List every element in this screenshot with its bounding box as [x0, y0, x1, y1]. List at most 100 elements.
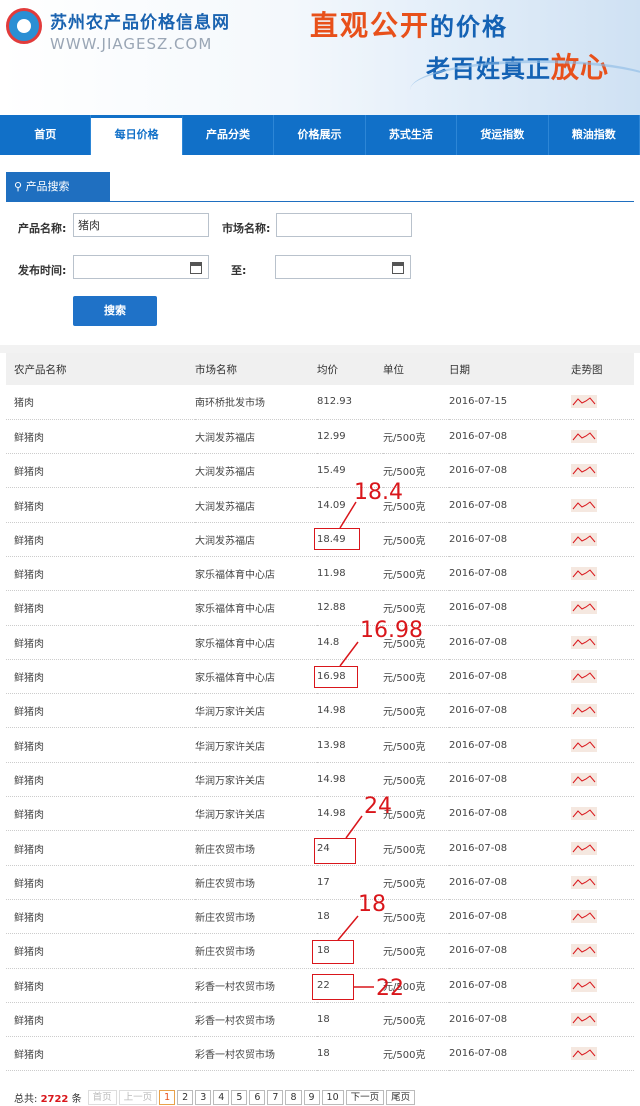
- trend-chart-icon[interactable]: [571, 395, 597, 409]
- cell-trend: [571, 933, 634, 969]
- annotation-arrow: [339, 501, 357, 529]
- col-market: 市场名称: [195, 353, 317, 385]
- calendar-icon[interactable]: [392, 262, 404, 274]
- trend-chart-icon[interactable]: [571, 635, 597, 649]
- cell-date: 2016-07-08: [449, 727, 571, 763]
- cell-date: 2016-07-08: [449, 625, 571, 660]
- trend-chart-icon[interactable]: [571, 772, 597, 786]
- cell-product: 鲜猪肉: [6, 419, 195, 455]
- cell-trend: [571, 899, 634, 935]
- cell-market: 新庄农贸市场: [195, 933, 317, 969]
- first-page-button[interactable]: 首页: [87, 1090, 117, 1105]
- market-name-label: 市场名称:: [222, 222, 271, 235]
- col-trend: 走势图: [571, 353, 634, 385]
- annotation-arrow: [339, 641, 359, 667]
- cell-market: 彩香一村农贸市场: [195, 1036, 317, 1072]
- page-button[interactable]: 8: [285, 1090, 302, 1105]
- annotation-value: 18: [358, 892, 386, 917]
- cell-date: 2016-07-08: [449, 933, 571, 969]
- page-button[interactable]: 9: [303, 1090, 320, 1105]
- table-row: 鲜猪肉 彩香一村农贸市场 18 元/500克 2016-07-08: [6, 1002, 634, 1038]
- trend-chart-icon[interactable]: [571, 1012, 597, 1026]
- nav-freight-index[interactable]: 货运指数: [457, 115, 549, 155]
- cell-trend: [571, 385, 634, 420]
- nav-categories[interactable]: 产品分类: [183, 115, 275, 155]
- trend-chart-icon[interactable]: [571, 670, 597, 684]
- date-to-label: 至:: [231, 264, 247, 277]
- cell-unit: 元/500克: [383, 762, 449, 798]
- page-button[interactable]: 3: [195, 1090, 212, 1105]
- cell-date: 2016-07-08: [449, 762, 571, 798]
- cell-product: 鲜猪肉: [6, 830, 195, 866]
- publish-date-label: 发布时间:: [18, 264, 67, 277]
- page-button[interactable]: 4: [213, 1090, 230, 1105]
- nav-home[interactable]: 首页: [0, 115, 92, 155]
- table-row: 鲜猪肉 大润发苏福店 14.09 元/500克 2016-07-08: [6, 487, 634, 523]
- cell-unit: 元/500克: [383, 830, 449, 866]
- trend-chart-icon[interactable]: [571, 464, 597, 478]
- trend-chart-icon[interactable]: [571, 875, 597, 889]
- table-row: 鲜猪肉 家乐福体育中心店 14.8 元/500克 2016-07-08: [6, 625, 634, 660]
- page-button[interactable]: 6: [249, 1090, 266, 1105]
- cell-trend: [571, 453, 634, 489]
- end-date-input[interactable]: [275, 255, 411, 279]
- site-name[interactable]: 苏州农产品价格信息网: [50, 8, 230, 33]
- cell-product: 鲜猪肉: [6, 625, 195, 660]
- nav-suzhou-life[interactable]: 苏式生活: [366, 115, 458, 155]
- trend-chart-icon[interactable]: [571, 429, 597, 443]
- main-nav: 首页 每日价格 产品分类 价格展示 苏式生活 货运指数 粮油指数: [0, 115, 640, 155]
- page-button[interactable]: 1: [159, 1090, 176, 1105]
- col-avg-price: 均价: [317, 353, 383, 385]
- page-button[interactable]: 7: [267, 1090, 284, 1105]
- total-label: 总共:: [14, 1094, 38, 1105]
- search-tab[interactable]: ⚲ 产品搜索: [6, 172, 110, 202]
- cell-unit: 元/500克: [383, 933, 449, 969]
- trend-chart-icon[interactable]: [571, 910, 597, 924]
- page-button[interactable]: 2: [177, 1090, 194, 1105]
- highlight-box: [314, 838, 356, 864]
- search-button[interactable]: 搜索: [73, 296, 157, 326]
- cell-trend: [571, 693, 634, 729]
- trend-chart-icon[interactable]: [571, 944, 597, 958]
- calendar-icon[interactable]: [190, 262, 202, 274]
- cell-product: 鲜猪肉: [6, 522, 195, 557]
- cell-product: 鲜猪肉: [6, 727, 195, 763]
- cell-market: 大润发苏福店: [195, 487, 317, 523]
- site-logo-icon[interactable]: [6, 8, 42, 44]
- trend-chart-icon[interactable]: [571, 704, 597, 718]
- page-button[interactable]: 10: [321, 1090, 344, 1105]
- cell-trend: [571, 762, 634, 798]
- trend-chart-icon[interactable]: [571, 532, 597, 546]
- cell-market: 华润万家许关店: [195, 727, 317, 763]
- annotation-arrow: [345, 815, 363, 839]
- trend-chart-icon[interactable]: [571, 498, 597, 512]
- table-row: 鲜猪肉 大润发苏福店 12.99 元/500克 2016-07-08: [6, 419, 634, 455]
- cell-trend: [571, 487, 634, 523]
- cell-avg-price: 18: [317, 1036, 383, 1072]
- nav-grain-oil-index[interactable]: 粮油指数: [549, 115, 640, 155]
- start-date-input[interactable]: [73, 255, 209, 279]
- trend-chart-icon[interactable]: [571, 738, 597, 752]
- table-row: 鲜猪肉 新庄农贸市场 17 元/500克 2016-07-08: [6, 865, 634, 900]
- col-unit: 单位: [383, 353, 449, 385]
- trend-chart-icon[interactable]: [571, 567, 597, 581]
- cell-trend: [571, 1002, 634, 1038]
- cell-market: 家乐福体育中心店: [195, 556, 317, 592]
- trend-chart-icon[interactable]: [571, 841, 597, 855]
- cell-date: 2016-07-08: [449, 659, 571, 695]
- last-page-button[interactable]: 尾页: [386, 1090, 416, 1105]
- table-row: 鲜猪肉 华润万家许关店 14.98 元/500克 2016-07-08: [6, 762, 634, 798]
- cell-date: 2016-07-08: [449, 522, 571, 557]
- next-page-button[interactable]: 下一页: [345, 1090, 385, 1105]
- nav-price-display[interactable]: 价格展示: [274, 115, 366, 155]
- page-button[interactable]: 5: [231, 1090, 248, 1105]
- table-row: 鲜猪肉 家乐福体育中心店 11.98 元/500克 2016-07-08: [6, 556, 634, 592]
- prev-page-button[interactable]: 上一页: [118, 1090, 158, 1105]
- trend-chart-icon[interactable]: [571, 601, 597, 615]
- nav-daily-price[interactable]: 每日价格: [91, 115, 183, 155]
- product-name-input[interactable]: [73, 213, 209, 237]
- trend-chart-icon[interactable]: [571, 807, 597, 821]
- trend-chart-icon[interactable]: [571, 978, 597, 992]
- market-name-input[interactable]: [276, 213, 412, 237]
- trend-chart-icon[interactable]: [571, 1047, 597, 1061]
